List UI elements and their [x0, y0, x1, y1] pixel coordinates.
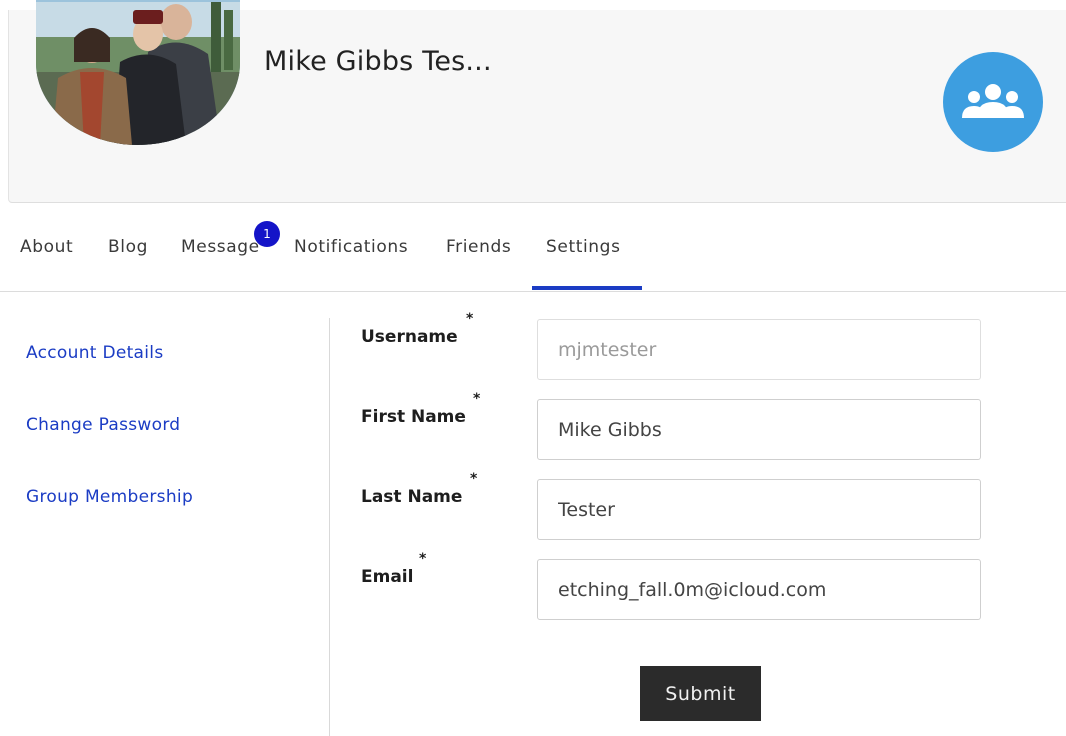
- first-name-field[interactable]: [537, 399, 981, 460]
- email-required-mark: *: [419, 551, 427, 567]
- sidebar-item-change-password[interactable]: Change Password: [26, 415, 180, 435]
- tab-blog[interactable]: Blog: [108, 237, 148, 257]
- last-name-required-mark: *: [470, 471, 478, 487]
- username-label: Username: [361, 327, 458, 347]
- tab-message[interactable]: Message: [181, 237, 260, 257]
- group-icon: [962, 84, 1024, 118]
- tab-notifications[interactable]: Notifications: [294, 237, 408, 257]
- last-name-field[interactable]: [537, 479, 981, 540]
- submit-button[interactable]: Submit: [640, 666, 761, 721]
- tab-about[interactable]: About: [20, 237, 73, 257]
- email-field[interactable]: [537, 559, 981, 620]
- sidebar-item-group-membership[interactable]: Group Membership: [26, 487, 193, 507]
- first-name-label: First Name: [361, 407, 466, 427]
- last-name-label: Last Name: [361, 487, 463, 507]
- username-required-mark: *: [466, 311, 474, 327]
- tab-settings[interactable]: Settings: [546, 237, 621, 257]
- profile-header: Mike Gibbs Tes...: [8, 0, 1066, 203]
- first-name-required-mark: *: [473, 391, 481, 407]
- profile-photo-icon: [36, 0, 240, 145]
- profile-tabs: About Blog Message 1 Notifications Frien…: [0, 203, 1066, 292]
- username-field: [537, 319, 981, 380]
- group-button[interactable]: [943, 52, 1043, 152]
- profile-name: Mike Gibbs Tes...: [264, 46, 492, 77]
- profile-avatar[interactable]: [36, 0, 240, 145]
- content-divider: [329, 318, 330, 736]
- email-label: Email: [361, 567, 414, 587]
- sidebar-item-account-details[interactable]: Account Details: [26, 343, 163, 363]
- tab-friends[interactable]: Friends: [446, 237, 511, 257]
- message-count-badge: 1: [254, 221, 280, 247]
- active-tab-indicator: [532, 286, 642, 290]
